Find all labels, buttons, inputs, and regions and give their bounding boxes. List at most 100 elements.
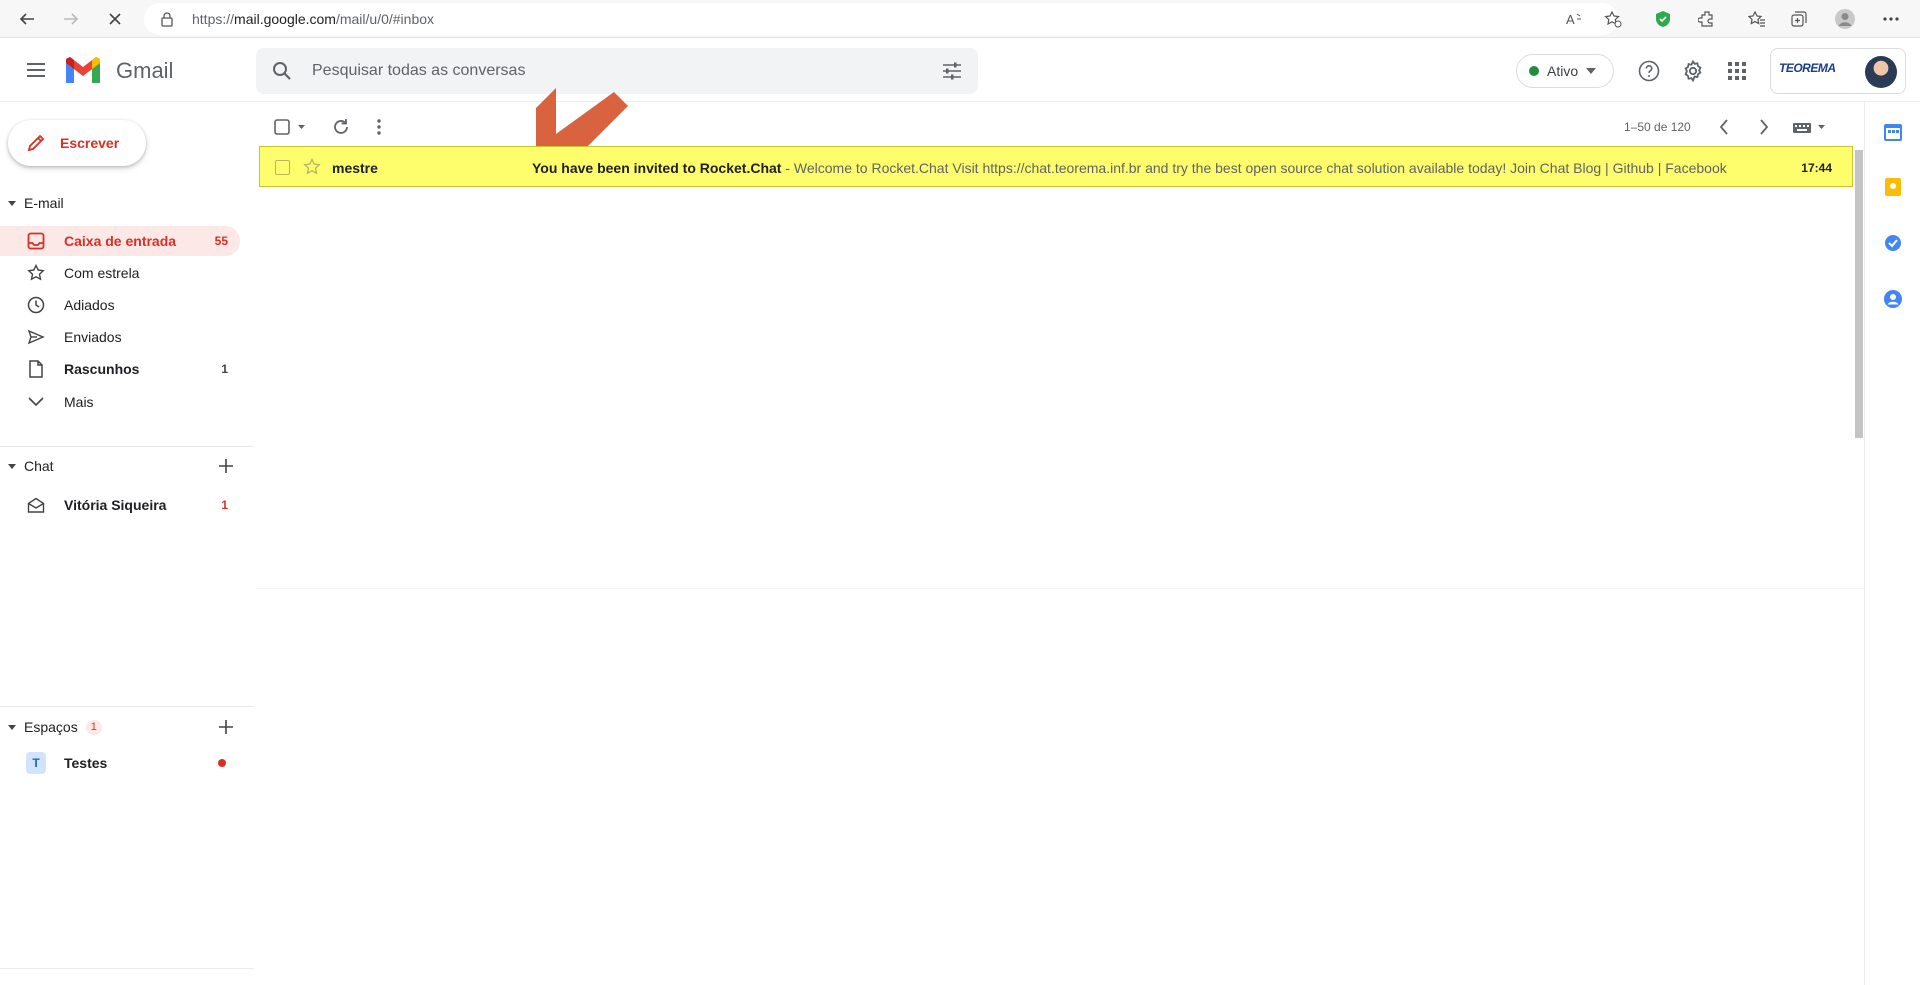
side-panel [1864,102,1920,985]
draft-file-icon [26,359,46,379]
pencil-icon [26,133,46,153]
lock-icon[interactable] [160,11,174,27]
collections-icon[interactable] [1786,6,1812,32]
forward-icon[interactable] [58,6,84,32]
url-text: https://mail.google.com/mail/u/0/#inbox [192,11,435,27]
space-name: Testes [64,755,108,771]
gmail-logo-icon[interactable] [64,56,102,84]
refresh-icon[interactable] [332,116,350,138]
help-icon[interactable] [1636,58,1662,84]
email-time: 17:44 [1801,161,1832,175]
chevron-right-icon[interactable] [1758,116,1770,138]
inbox-icon [26,231,46,251]
chevron-left-icon[interactable] [1718,116,1730,138]
back-icon[interactable] [14,6,40,32]
email-preview: You have been invited to Rocket.Chat - W… [532,160,1744,176]
send-icon [26,327,46,347]
spaces-section-header[interactable]: Espaços 1 [8,717,102,737]
email-sender: mestre [332,160,378,176]
status-selector[interactable]: Ativo [1516,54,1614,88]
chat-section-label: Chat [24,458,54,474]
sidebar-item-sent[interactable]: Enviados [0,322,240,352]
sidebar-item-starred[interactable]: Com estrela [0,258,240,288]
email-checkbox[interactable] [275,160,290,175]
sidebar-item-label: Rascunhos [64,361,140,377]
stop-loading-icon[interactable] [102,6,128,32]
read-aloud-icon[interactable]: A [1562,6,1588,32]
status-label: Ativo [1547,63,1579,79]
spaces-badge: 1 [85,719,102,735]
email-row[interactable]: mestre You have been invited to Rocket.C… [259,146,1853,187]
compose-button[interactable]: Escrever [8,120,146,166]
select-all-checkbox[interactable] [274,116,308,138]
main-menu-icon[interactable] [18,52,54,88]
user-avatar[interactable] [1865,56,1897,88]
collapse-triangle-icon [8,724,16,730]
favorites-icon[interactable] [1744,6,1770,32]
tasks-icon[interactable] [1883,233,1903,253]
sidebar-item-snoozed[interactable]: Adiados [0,290,240,320]
new-space-plus-icon[interactable] [216,717,236,737]
sidebar-divider [0,706,254,707]
chat-item[interactable]: Vitória Siqueira 1 [0,490,240,520]
pagination-info: 1–50 de 120 [1624,120,1691,134]
shield-extension-icon[interactable] [1650,6,1676,32]
collapse-triangle-icon [8,463,16,469]
svg-text:A: A [1566,12,1575,27]
search-options-icon[interactable] [940,59,964,83]
sidebar-divider [0,446,254,447]
search-icon[interactable] [270,59,294,83]
scrollbar[interactable] [1855,150,1863,438]
envelope-open-icon [26,495,46,515]
settings-gear-icon[interactable] [1680,58,1706,84]
mail-section-header[interactable]: E-mail [8,193,64,213]
browser-toolbar: https://mail.google.com/mail/u/0/#inbox … [0,0,1920,38]
profile-avatar-icon[interactable] [1832,6,1858,32]
address-bar[interactable]: https://mail.google.com/mail/u/0/#inbox [144,3,1618,35]
chevron-down-icon [26,392,46,412]
mail-section-label: E-mail [24,195,64,211]
unread-count: 55 [214,234,228,248]
sidebar-divider [0,968,254,969]
space-avatar-wrap: T [26,752,46,774]
extensions-icon[interactable] [1694,6,1720,32]
chat-section-header[interactable]: Chat [8,456,54,476]
sidebar-item-label: Mais [64,394,94,410]
star-icon[interactable] [303,158,321,176]
email-separator: - [781,160,794,176]
chat-unread-count: 1 [221,498,228,512]
sidebar-item-more[interactable]: Mais [0,387,240,417]
sidebar-item-label: Enviados [64,329,122,345]
more-vertical-icon[interactable] [376,116,382,138]
sidebar-item-drafts[interactable]: Rascunhos 1 [0,354,240,384]
keyboard-input-icon[interactable] [1792,116,1828,138]
contacts-icon[interactable] [1883,289,1903,309]
compose-label: Escrever [60,135,120,151]
sidebar-item-inbox[interactable]: Caixa de entrada 55 [0,226,240,256]
calendar-icon[interactable] [1883,122,1903,142]
sidebar-item-label: Com estrela [64,265,140,281]
more-options-icon[interactable] [1878,6,1904,32]
favorite-add-icon[interactable] [1600,6,1626,32]
keep-notes-icon[interactable] [1883,177,1903,197]
chat-contact-name: Vitória Siqueira [64,497,167,513]
account-switcher[interactable]: TEOREMA [1770,48,1906,94]
email-subject: You have been invited to Rocket.Chat [532,160,782,176]
unread-dot-icon [218,759,226,767]
star-icon [26,263,46,283]
spaces-section-label: Espaços [24,719,78,735]
new-chat-plus-icon[interactable] [216,456,236,476]
space-avatar: T [26,752,46,774]
active-status-dot [1529,66,1539,76]
app-name[interactable]: Gmail [116,58,173,84]
search-input[interactable] [312,59,872,83]
draft-count: 1 [221,362,228,376]
email-snippet: Welcome to Rocket.Chat Visit https://cha… [793,160,1727,176]
sidebar-item-label: Adiados [64,297,115,313]
space-item[interactable]: T Testes [0,748,240,778]
chevron-down-icon [1586,68,1597,74]
sidebar-item-label: Caixa de entrada [64,233,177,249]
google-apps-icon[interactable] [1724,58,1750,84]
clock-icon [26,295,46,315]
list-divider [256,588,1864,589]
